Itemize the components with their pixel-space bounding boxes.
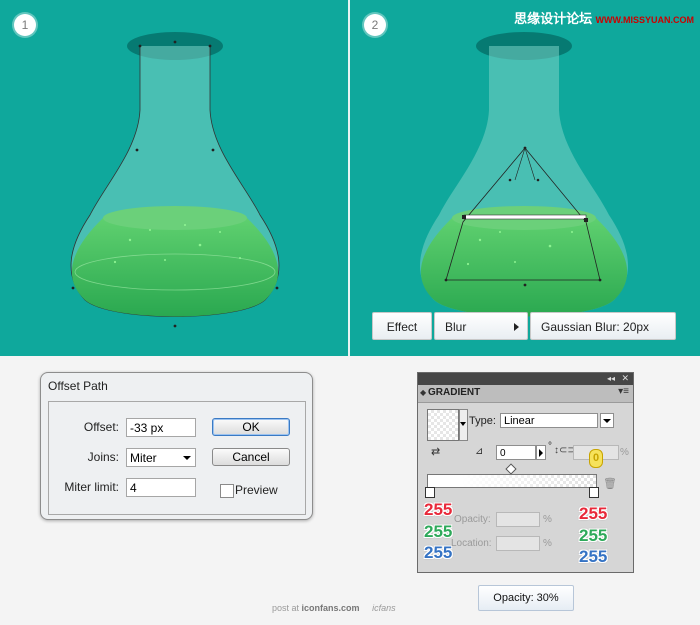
gradient-slider[interactable] bbox=[427, 474, 597, 488]
chevron-down-icon bbox=[183, 456, 191, 460]
collapse-icon[interactable]: ◂◂ bbox=[607, 374, 615, 383]
gradient-swatch[interactable] bbox=[427, 409, 459, 441]
location-percent: % bbox=[543, 538, 552, 549]
right-stop-red: 255 bbox=[579, 504, 608, 523]
type-dropdown[interactable] bbox=[600, 413, 614, 428]
location-input[interactable] bbox=[496, 536, 540, 551]
gradient-tab-label: GRADIENT bbox=[428, 387, 481, 398]
flask-illustration-1 bbox=[70, 32, 280, 328]
footer-prefix: post at bbox=[272, 603, 300, 613]
left-stop-green: 255 bbox=[424, 522, 453, 541]
angle-icon: ⊿ bbox=[475, 446, 484, 457]
effect-menu-item[interactable]: Effect bbox=[372, 312, 432, 340]
joins-select[interactable]: Miter bbox=[126, 448, 196, 467]
joins-value: Miter bbox=[130, 451, 157, 465]
reverse-gradient-icon[interactable]: ⇄ bbox=[431, 445, 440, 458]
panel-titlebar[interactable]: ◂◂ ✕ bbox=[418, 373, 633, 385]
opacity-percent: % bbox=[543, 514, 552, 525]
effect-label: Effect bbox=[386, 320, 418, 334]
joins-label: Joins: bbox=[87, 450, 119, 464]
left-stop-blue: 255 bbox=[424, 543, 453, 562]
gaussian-blur-label: Gaussian Blur: 20px bbox=[541, 320, 650, 334]
chevron-down-icon bbox=[603, 419, 611, 423]
type-value: Linear bbox=[504, 415, 535, 427]
degree-symbol: ° bbox=[548, 441, 552, 452]
aspect-percent: % bbox=[620, 447, 629, 458]
type-select[interactable]: Linear bbox=[500, 413, 598, 428]
right-stop-blue: 255 bbox=[579, 547, 608, 566]
opacity-input[interactable] bbox=[496, 512, 540, 527]
gradient-panel: ◂◂ ✕ ◆ GRADIENT ▾≡ Type: Linear ⇄ ⊿ 0 ° … bbox=[417, 372, 634, 573]
offset-path-dialog: Offset Path Offset: -33 px Joins: Miter … bbox=[40, 372, 313, 520]
opacity-label: Opacity: bbox=[454, 514, 491, 525]
offset-input[interactable]: -33 px bbox=[126, 418, 196, 437]
location-label: Location: bbox=[451, 538, 492, 549]
step2-canvas: 2 思缘设计论坛 WWW.MISSYUAN.COM bbox=[350, 0, 700, 356]
chevron-down-icon bbox=[460, 422, 466, 426]
cancel-button[interactable]: Cancel bbox=[212, 448, 290, 466]
footer-logo: icfans bbox=[372, 603, 396, 613]
trash-icon[interactable]: 🗑 bbox=[603, 477, 617, 490]
midpoint-diamond-icon[interactable] bbox=[505, 463, 517, 475]
miter-limit-input[interactable]: 4 bbox=[126, 478, 196, 497]
blur-label: Blur bbox=[445, 320, 467, 334]
preview-checkbox[interactable] bbox=[220, 484, 234, 498]
left-stop-red: 255 bbox=[424, 500, 453, 519]
dialog-body: Offset: -33 px Joins: Miter Miter limit:… bbox=[48, 401, 306, 515]
blur-menu-item[interactable]: Blur bbox=[434, 312, 528, 340]
left-color-stop[interactable] bbox=[425, 487, 435, 498]
right-stop-green: 255 bbox=[579, 526, 608, 545]
chevron-right-icon bbox=[539, 449, 543, 457]
dialog-title: Offset Path bbox=[48, 379, 108, 393]
close-icon[interactable]: ✕ bbox=[621, 373, 629, 384]
opacity-note: Opacity: 30% bbox=[478, 585, 574, 611]
miter-limit-label: Miter limit: bbox=[64, 480, 119, 494]
gradient-tab[interactable]: ◆ GRADIENT ▾≡ bbox=[418, 385, 633, 403]
type-label: Type: bbox=[469, 415, 496, 427]
swatch-dropdown[interactable] bbox=[459, 409, 468, 441]
aspect-badge: 0 bbox=[589, 449, 603, 468]
angle-value: 0 bbox=[500, 448, 506, 459]
angle-input[interactable]: 0 bbox=[496, 445, 536, 460]
footer-site: iconfans.com bbox=[301, 603, 360, 613]
right-color-stop[interactable] bbox=[589, 487, 599, 498]
panel-menu-icon[interactable]: ▾≡ bbox=[618, 386, 629, 397]
angle-dropdown[interactable] bbox=[536, 445, 546, 460]
step1-canvas: 1 bbox=[0, 0, 348, 356]
gaussian-blur-menu-item[interactable]: Gaussian Blur: 20px bbox=[530, 312, 676, 340]
flask-illustration-2 bbox=[420, 32, 628, 317]
offset-label: Offset: bbox=[83, 420, 119, 434]
submenu-arrow-icon bbox=[514, 323, 519, 331]
footer-credit: post at iconfans.com icfans bbox=[272, 603, 396, 613]
preview-label: Preview bbox=[235, 483, 278, 497]
expand-icon: ◆ bbox=[420, 388, 427, 397]
ok-button[interactable]: OK bbox=[212, 418, 290, 436]
